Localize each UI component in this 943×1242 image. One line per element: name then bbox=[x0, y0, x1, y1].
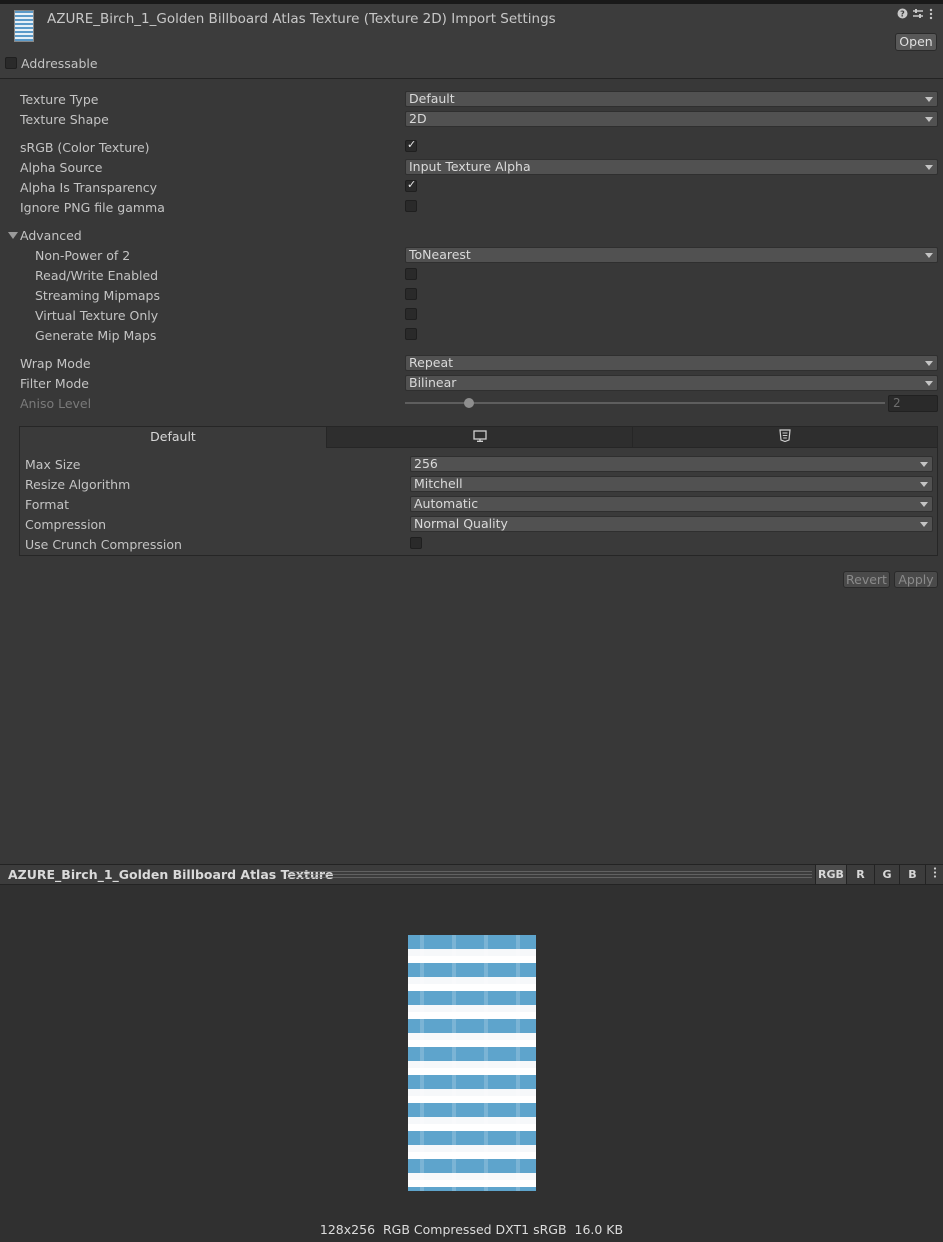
chevron-down-icon bbox=[925, 381, 933, 386]
texture-shape-dropdown[interactable]: 2D bbox=[405, 111, 938, 127]
preview-title: AZURE_Birch_1_Golden Billboard Atlas Tex… bbox=[8, 867, 334, 882]
virtual-texture-only-label: Virtual Texture Only bbox=[35, 308, 159, 323]
texture-type-label: Texture Type bbox=[20, 92, 99, 107]
generate-mip-maps-label: Generate Mip Maps bbox=[35, 328, 157, 343]
max-size-label: Max Size bbox=[25, 457, 81, 472]
alpha-source-label: Alpha Source bbox=[20, 160, 103, 175]
chevron-down-icon bbox=[920, 482, 928, 487]
monitor-icon bbox=[472, 428, 487, 448]
resize-algorithm-dropdown[interactable]: Mitchell bbox=[410, 476, 933, 492]
texture-shape-label: Texture Shape bbox=[20, 112, 109, 127]
open-button[interactable]: Open bbox=[895, 33, 937, 51]
read-write-checkbox[interactable] bbox=[405, 268, 417, 280]
svg-text:?: ? bbox=[900, 10, 905, 19]
non-power-of-2-dropdown[interactable]: ToNearest bbox=[405, 247, 938, 263]
filter-mode-label: Filter Mode bbox=[20, 376, 89, 391]
texture-type-dropdown[interactable]: Default bbox=[405, 91, 938, 107]
chevron-down-icon bbox=[920, 502, 928, 507]
compression-dropdown[interactable]: Normal Quality bbox=[410, 516, 933, 532]
chevron-down-icon bbox=[925, 117, 933, 122]
chevron-down-icon bbox=[925, 165, 933, 170]
texture-preview-image bbox=[408, 935, 536, 1191]
kebab-menu-icon[interactable] bbox=[929, 8, 933, 23]
addressable-label: Addressable bbox=[21, 56, 98, 71]
chevron-down-icon bbox=[920, 462, 928, 467]
wrap-mode-label: Wrap Mode bbox=[20, 356, 91, 371]
texture-info-text: 128x256 RGB Compressed DXT1 sRGB 16.0 KB bbox=[319, 1222, 624, 1237]
alpha-source-dropdown[interactable]: Input Texture Alpha bbox=[405, 159, 938, 175]
texture-file-icon bbox=[14, 10, 34, 42]
channel-rgb-button[interactable]: RGB bbox=[815, 865, 846, 884]
inspector-title: AZURE_Birch_1_Golden Billboard Atlas Tex… bbox=[47, 11, 556, 27]
channel-b-button[interactable]: B bbox=[899, 865, 925, 884]
addressable-checkbox[interactable] bbox=[5, 57, 17, 69]
srgb-label: sRGB (Color Texture) bbox=[20, 140, 150, 155]
streaming-mipmaps-label: Streaming Mipmaps bbox=[35, 288, 161, 303]
preview-menu-button[interactable] bbox=[925, 865, 943, 884]
header-separator bbox=[0, 78, 943, 79]
streaming-mipmaps-checkbox[interactable] bbox=[405, 288, 417, 300]
apply-button[interactable]: Apply bbox=[894, 571, 938, 588]
non-power-of-2-label: Non-Power of 2 bbox=[35, 248, 131, 263]
channel-g-button[interactable]: G bbox=[874, 865, 899, 884]
preset-settings-icon[interactable] bbox=[912, 8, 924, 22]
format-dropdown[interactable]: Automatic bbox=[410, 496, 933, 512]
kebab-menu-icon bbox=[933, 867, 937, 881]
alpha-is-transparency-label: Alpha Is Transparency bbox=[20, 180, 158, 195]
tab-default[interactable]: Default bbox=[19, 426, 327, 448]
aniso-level-slider-handle[interactable] bbox=[464, 398, 474, 408]
format-label: Format bbox=[25, 497, 70, 512]
advanced-foldout[interactable]: Advanced bbox=[20, 228, 82, 243]
aniso-level-slider-track[interactable] bbox=[405, 402, 885, 404]
resize-algorithm-label: Resize Algorithm bbox=[25, 477, 131, 492]
preview-resize-grip[interactable] bbox=[287, 871, 812, 878]
filter-mode-dropdown[interactable]: Bilinear bbox=[405, 375, 938, 391]
read-write-label: Read/Write Enabled bbox=[35, 268, 159, 283]
help-icon[interactable]: ? bbox=[897, 8, 908, 22]
srgb-checkbox[interactable] bbox=[405, 138, 417, 152]
chevron-down-icon bbox=[925, 361, 933, 366]
ignore-png-gamma-checkbox[interactable] bbox=[405, 200, 417, 212]
aniso-level-label: Aniso Level bbox=[20, 396, 92, 411]
chevron-down-icon bbox=[920, 522, 928, 527]
virtual-texture-only-checkbox[interactable] bbox=[405, 308, 417, 320]
aniso-level-field[interactable]: 2 bbox=[888, 395, 938, 412]
tab-standalone[interactable] bbox=[326, 426, 633, 448]
crunch-compression-checkbox[interactable] bbox=[410, 537, 422, 549]
revert-button[interactable]: Revert bbox=[843, 571, 890, 588]
alpha-is-transparency-checkbox[interactable] bbox=[405, 178, 417, 192]
channel-r-button[interactable]: R bbox=[846, 865, 874, 884]
ignore-png-gamma-label: Ignore PNG file gamma bbox=[20, 200, 165, 215]
chevron-down-icon bbox=[925, 253, 933, 258]
generate-mip-maps-checkbox[interactable] bbox=[405, 328, 417, 340]
max-size-dropdown[interactable]: 256 bbox=[410, 456, 933, 472]
crunch-compression-label: Use Crunch Compression bbox=[25, 537, 182, 552]
foldout-arrow-icon[interactable] bbox=[8, 232, 18, 239]
chevron-down-icon bbox=[925, 97, 933, 102]
wrap-mode-dropdown[interactable]: Repeat bbox=[405, 355, 938, 371]
tab-webgl[interactable] bbox=[632, 426, 938, 448]
compression-label: Compression bbox=[25, 517, 107, 532]
html5-icon bbox=[779, 428, 791, 448]
